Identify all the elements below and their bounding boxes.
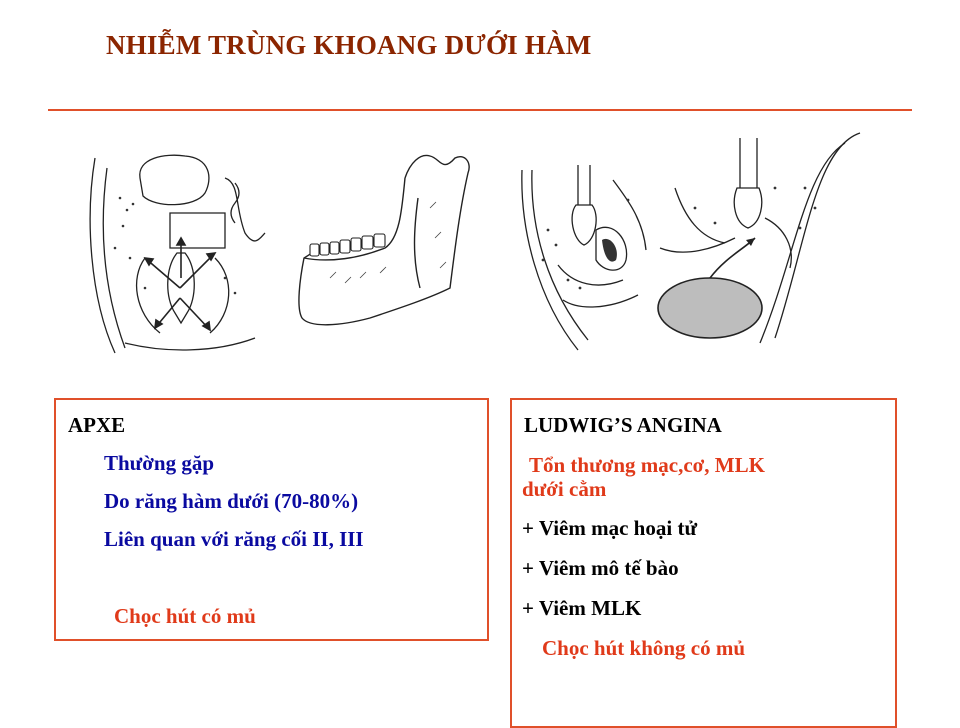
sagittal-section-figure bbox=[521, 165, 647, 351]
ludwig-lesion-text: Tổn thương mạc,cơ, MLK bbox=[529, 453, 765, 477]
ludwig-item-fascia: + Viêm mạc hoại tử bbox=[522, 516, 698, 540]
ludwig-heading: LUDWIG’S ANGINA bbox=[524, 413, 722, 437]
ludwig-aspiration-text: Chọc hút không có mủ bbox=[542, 636, 746, 660]
ludwig-lesion-text-cont: dưới cằm bbox=[522, 477, 607, 501]
ludwig-box: LUDWIG’S ANGINA Tổn thương mạc,cơ, MLK d… bbox=[510, 398, 897, 728]
apxe-cause-text: Do răng hàm dưới (70-80%) bbox=[104, 489, 359, 513]
apxe-aspiration-text: Chọc hút có mủ bbox=[114, 604, 256, 628]
ludwig-item-lymph: + Viêm MLK bbox=[522, 596, 642, 620]
title-divider bbox=[48, 109, 912, 111]
apxe-heading: APXE bbox=[68, 413, 126, 437]
ludwig-angina-section-figure bbox=[657, 132, 861, 344]
coronal-section-abscess-figure bbox=[89, 154, 266, 354]
slide-title: NHIỄM TRÙNG KHOANG DƯỚI HÀM bbox=[106, 30, 592, 60]
apxe-related-teeth-text: Liên quan với răng cối II, III bbox=[104, 527, 364, 551]
ludwig-item-cellulitis: + Viêm mô tế bào bbox=[522, 556, 679, 580]
apxe-box: APXE Thường gặp Do răng hàm dưới (70-80%… bbox=[54, 398, 489, 641]
apxe-frequency-text: Thường gặp bbox=[104, 451, 215, 475]
mandible-figure bbox=[298, 154, 470, 326]
